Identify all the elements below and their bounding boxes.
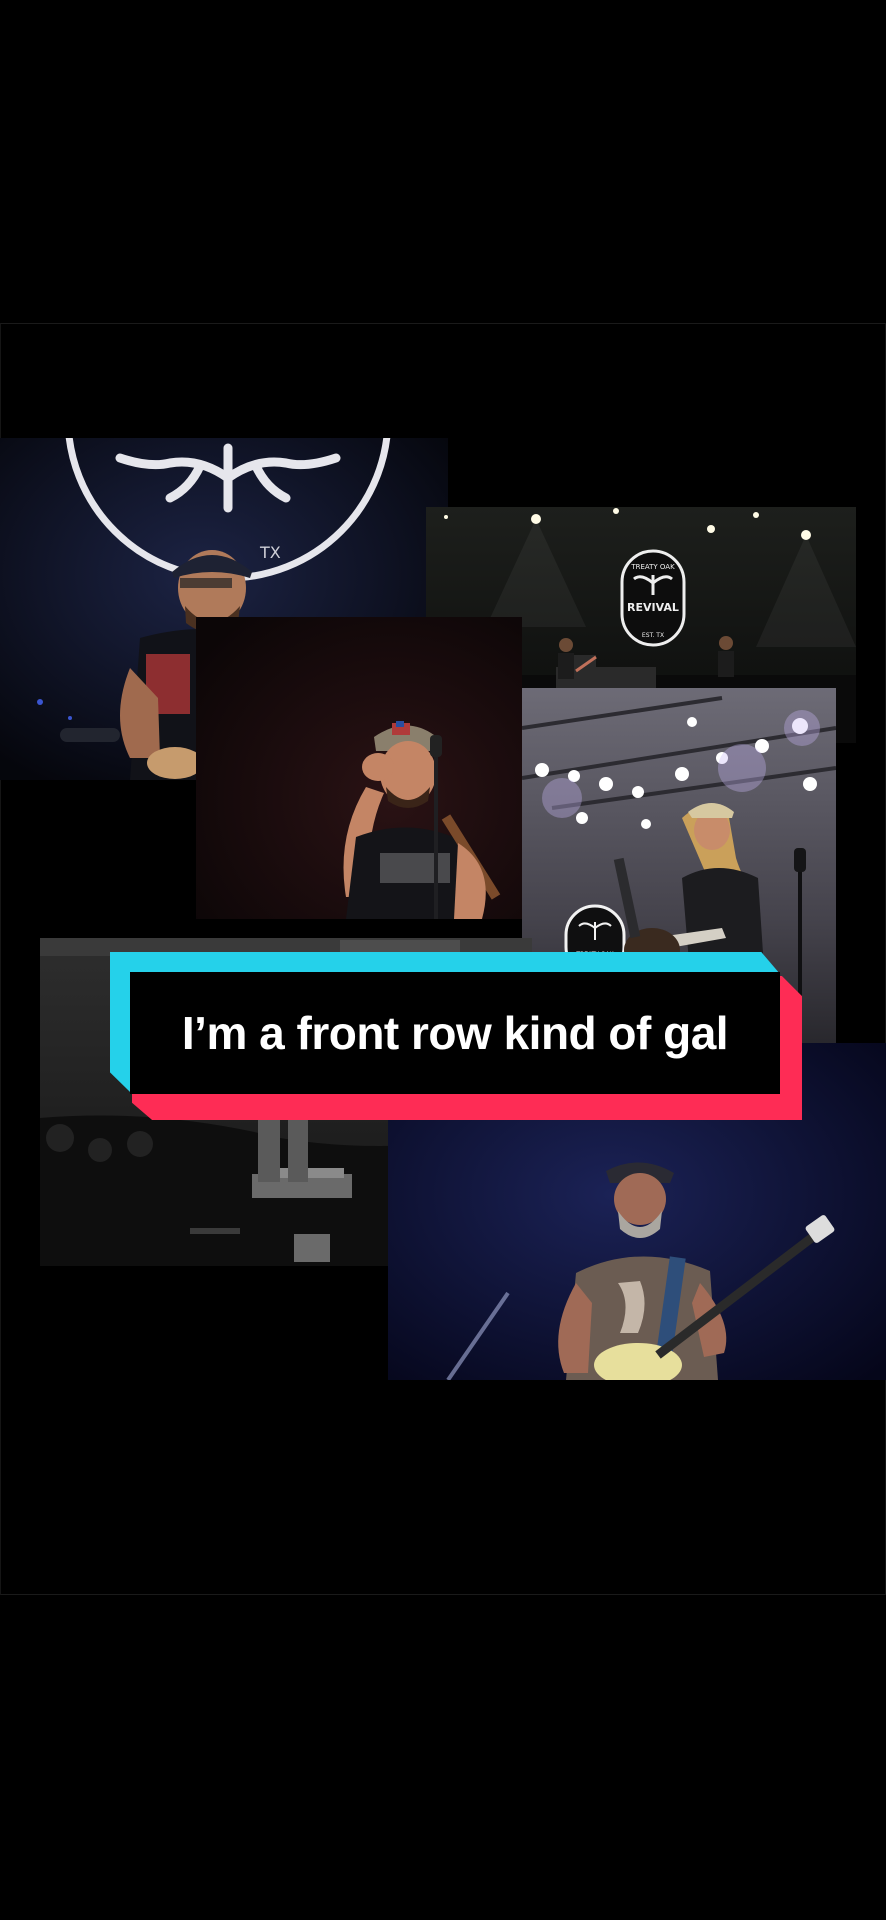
caption-text: I’m a front row kind of gal: [181, 1007, 729, 1059]
svg-text:TX: TX: [259, 543, 281, 562]
logo-line3: EST. TX: [642, 632, 664, 639]
logo-line2: REVIVAL: [627, 601, 679, 614]
caption-sticker: I’m a front row kind of gal: [108, 952, 802, 1120]
logo-line1: TREATY OAK: [630, 563, 675, 571]
singer-tipping-hat-photo: [196, 617, 522, 919]
